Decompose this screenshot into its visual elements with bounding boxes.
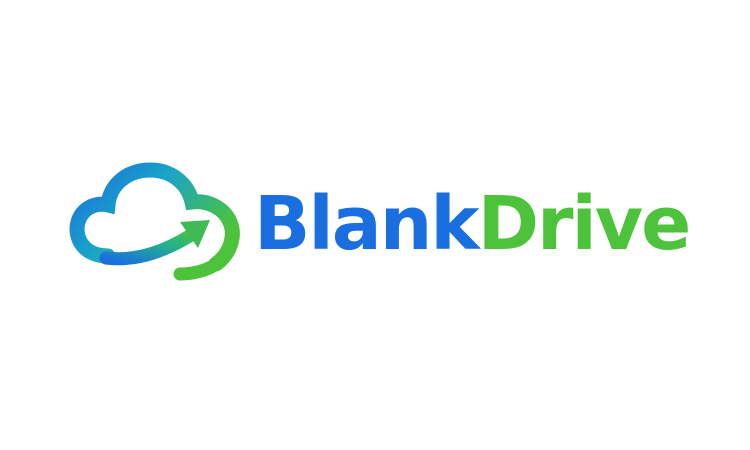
brand-logo: BlankDrive [68,158,692,288]
wordmark-blank: Blank [254,181,480,267]
wordmark-drive: Drive [477,181,692,267]
cloud-upload-arrow-icon [69,162,240,281]
brand-wordmark: BlankDrive [254,181,692,267]
